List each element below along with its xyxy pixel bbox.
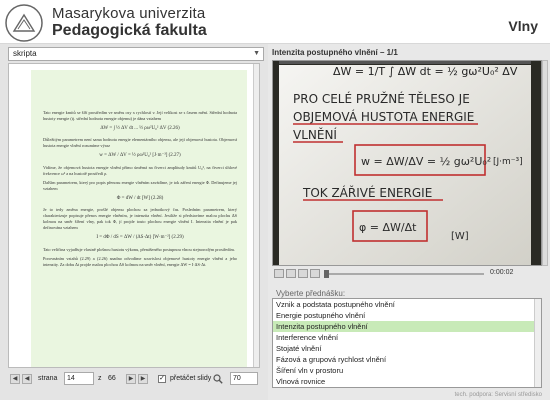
doc-paragraph: Důležitým parametrem není sama hodnota e… (43, 137, 237, 149)
doc-paragraph: Porovnáním vztahů (2.29) a (2.26) snadno… (43, 255, 237, 267)
mute-icon[interactable] (310, 269, 320, 278)
board-line-1: PRO CELÉ PRUŽNÉ TĚLESO JE (293, 91, 470, 106)
video-controls: 0:00:02 (272, 268, 542, 280)
document-viewer[interactable]: Tato energie kmitů se šíří prostředím ve… (8, 63, 260, 368)
next-page-button[interactable]: ▶ (126, 374, 136, 384)
lecture-item[interactable]: Stojaté vlnění (273, 343, 541, 354)
university-name: Masarykova univerzita (52, 5, 206, 22)
board-line-2: OBJEMOVÁ HUSTOTA ENERGIE (293, 109, 474, 124)
play-icon[interactable] (274, 269, 284, 278)
playback-time: 0:00:02 (490, 269, 514, 276)
video-title: Intenzita postupného vlnění – 1/1 (272, 48, 398, 57)
lecture-list-scrollbar[interactable] (534, 299, 541, 387)
lecture-select-label: Vyberte přednášku: (276, 289, 346, 298)
university-logo-icon (5, 4, 43, 42)
whiteboard-frame: ΔW = 1/T ∫ ΔW dt = ½ gω²U₀² ΔV PRO CELÉ … (273, 61, 541, 265)
board-line-3: VLNĚNÍ (293, 127, 337, 142)
doc-equation: Φ = dW / dt [W] (2.28) (116, 195, 164, 201)
document-panel: skripta ▼ Tato energie kmitů se šíří pro… (0, 44, 268, 400)
page-total: 66 (108, 375, 116, 382)
zoom-input[interactable]: 70 (230, 372, 258, 385)
flip-slides-checkbox[interactable]: ✓ (158, 375, 166, 383)
stop-icon[interactable] (298, 269, 308, 278)
doc-paragraph: Tato energie kmitů se šíří prostředím ve… (43, 110, 237, 122)
pause-icon[interactable] (286, 269, 296, 278)
video-panel: Intenzita postupného vlnění – 1/1 ΔW = 1… (268, 44, 550, 400)
board-formula-w: w = ΔW/ΔV = ½ gω²U₀² (361, 155, 491, 168)
lecture-item[interactable]: Fázová a grupová rychlost vlnění (273, 354, 541, 365)
seek-handle[interactable] (324, 270, 329, 278)
zoom-icon (213, 374, 223, 384)
lecture-list: Vznik a podstata postupného vlnění Energ… (272, 298, 542, 388)
board-unit-phi: [W] (451, 231, 469, 242)
app-header: Masarykova univerzita Pedagogická fakult… (0, 0, 550, 44)
video-scrollbar[interactable] (542, 60, 548, 266)
flip-slides-label: přetáčet slidy (170, 375, 212, 382)
document-select-value: skripta (13, 49, 37, 58)
doc-paragraph: Tato veličina vyjadřuje vlastně plošnou … (43, 246, 235, 252)
seek-bar[interactable] (324, 273, 484, 275)
doc-paragraph: Dalším parametrem, který pro popis přeno… (43, 179, 237, 191)
lecture-item[interactable]: Vznik a podstata postupného vlnění (273, 299, 541, 310)
page-of-label: z (98, 375, 102, 382)
footer-support: tech. podpora: Servisní středisko (454, 392, 542, 398)
doc-equation: I = dΦ / dS = ΔW / (ΔS·Δt) [W·m⁻²] (2.29… (96, 235, 184, 241)
document-page: Tato energie kmitů se šíří prostředím ve… (31, 70, 247, 367)
page-number-input[interactable]: 14 (64, 372, 94, 385)
lecture-item[interactable]: Vlnová rovnice (273, 376, 541, 387)
board-top-formula: ΔW = 1/T ∫ ΔW dt = ½ gω²U₀² ΔV (333, 65, 518, 78)
doc-paragraph: Je to tedy změna energie, prošlé objemu … (43, 207, 237, 231)
document-select[interactable]: skripta ▼ (8, 47, 264, 61)
board-formula-phi: φ = ΔW/Δt (359, 221, 417, 234)
board-unit-w: [J·m⁻³] (493, 157, 523, 167)
board-line-4: TOK ZÁŘIVÉ ENERGIE (302, 185, 432, 200)
doc-equation: ΔW = ∫ ½ ΔV dt ... ½ ρω²U₀² ΔV (2.26) (100, 126, 180, 132)
lecture-item[interactable]: Šíření vln v prostoru (273, 365, 541, 376)
lecture-video[interactable]: ΔW = 1/T ∫ ΔW dt = ½ gω²U₀² ΔV PRO CELÉ … (272, 60, 542, 266)
last-page-button[interactable]: ▶ (138, 374, 148, 384)
faculty-name: Pedagogická fakulta (52, 22, 207, 39)
doc-equation: w = ΔW / ΔV = ½ ρω²U₀² [J·m⁻³] (2.27) (99, 153, 181, 159)
page-label: strana (38, 375, 58, 382)
lecture-item[interactable]: Energie postupného vlnění (273, 310, 541, 321)
document-navigation: ◀ ◀ strana 14 z 66 ▶ ▶ ✓ přetáčet slidy … (8, 370, 264, 390)
document-text: Tato energie kmitů se šíří prostředím ve… (43, 110, 237, 271)
prev-page-button[interactable]: ◀ (22, 374, 32, 384)
chevron-down-icon[interactable]: ▼ (253, 48, 260, 60)
lecture-item-selected[interactable]: Intenzita postupného vlnění (273, 321, 541, 332)
document-scrollbar[interactable] (253, 64, 259, 367)
topic-title: Vlny (508, 18, 538, 34)
lecture-item[interactable]: Interference vlnění (273, 332, 541, 343)
doc-paragraph: Vidíme, že objemová hustota energie vlně… (43, 164, 237, 176)
first-page-button[interactable]: ◀ (10, 374, 20, 384)
